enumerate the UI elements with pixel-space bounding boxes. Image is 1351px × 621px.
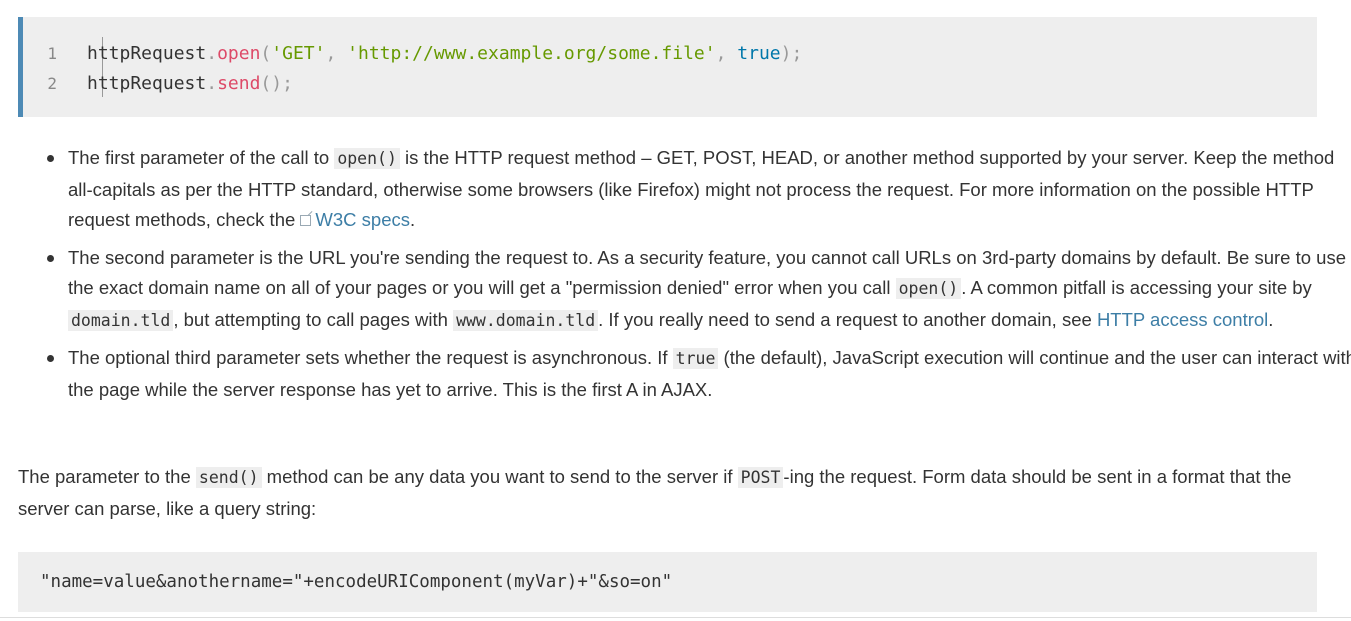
text: . If you really need to send a request t… xyxy=(598,308,1097,330)
w3c-specs-link[interactable]: W3C specs xyxy=(300,209,410,230)
link-label: W3C specs xyxy=(315,209,410,230)
line-number: 2 xyxy=(47,74,57,93)
code-token-object: httpRequest xyxy=(87,43,207,64)
code-token-punct: , xyxy=(715,43,738,64)
text: . xyxy=(1268,308,1274,330)
code-token-object: httpRequest xyxy=(87,73,207,94)
inline-code: send() xyxy=(195,467,262,488)
text: . xyxy=(409,209,416,230)
text: The first parameter of the call to xyxy=(68,147,335,168)
code-token-function: send xyxy=(217,73,261,94)
code-token-punct: . xyxy=(206,43,218,64)
text: The optional third parameter sets whethe… xyxy=(68,347,673,368)
text: method can be any data you want to send … xyxy=(261,466,738,487)
code-line: 2 httpRequest.send(); xyxy=(23,69,802,99)
inline-code: POST xyxy=(737,467,784,488)
text: . A common pitfall is accessing your sit… xyxy=(961,277,1312,298)
code-block-xhr-open-send: 1 httpRequest.open('GET', 'http://www.ex… xyxy=(18,17,1317,117)
code-token-punct: , xyxy=(325,43,348,64)
code-lines: 1 httpRequest.open('GET', 'http://www.ex… xyxy=(23,39,802,99)
inline-code: domain.tld xyxy=(68,309,174,331)
list-item-third-parameter: The optional third parameter sets whethe… xyxy=(47,343,1351,405)
external-link-icon xyxy=(300,215,312,226)
divider xyxy=(0,617,1351,618)
list-item-second-parameter: The second parameter is the URL you're s… xyxy=(47,243,1351,337)
inline-code: open() xyxy=(895,278,962,299)
parameter-bullet-list: The first parameter of the call to open(… xyxy=(30,143,1351,412)
code-text: httpRequest.send(); xyxy=(71,69,293,99)
code-block-query-string: "name=value&anothername="+encodeURICompo… xyxy=(18,552,1317,612)
code-token-punct: ); xyxy=(780,43,803,64)
code-token-function: open xyxy=(217,43,261,64)
line-number: 1 xyxy=(47,44,57,63)
code-line: 1 httpRequest.open('GET', 'http://www.ex… xyxy=(23,39,802,69)
code-token-punct: . xyxy=(206,73,218,94)
code-text: "name=value&anothername="+encodeURICompo… xyxy=(40,572,673,592)
code-token-punct: ( xyxy=(260,43,272,64)
text: , but attempting to call pages with xyxy=(173,308,454,330)
list-item-first-parameter: The first parameter of the call to open(… xyxy=(47,143,1351,236)
code-token-string: 'http://www.example.org/some.file' xyxy=(347,43,716,64)
inline-code: www.domain.tld xyxy=(453,309,599,331)
send-parameter-paragraph: The parameter to the send() method can b… xyxy=(18,461,1308,524)
code-text: httpRequest.open('GET', 'http://www.exam… xyxy=(71,39,802,69)
text: The parameter to the xyxy=(18,466,196,487)
http-access-control-link[interactable]: HTTP access control xyxy=(1097,309,1268,330)
code-token-string: 'GET' xyxy=(271,43,326,64)
code-token-punct: (); xyxy=(260,73,293,94)
inline-code: true xyxy=(672,348,719,369)
code-token-boolean: true xyxy=(737,43,781,64)
inline-code: open() xyxy=(334,148,400,169)
